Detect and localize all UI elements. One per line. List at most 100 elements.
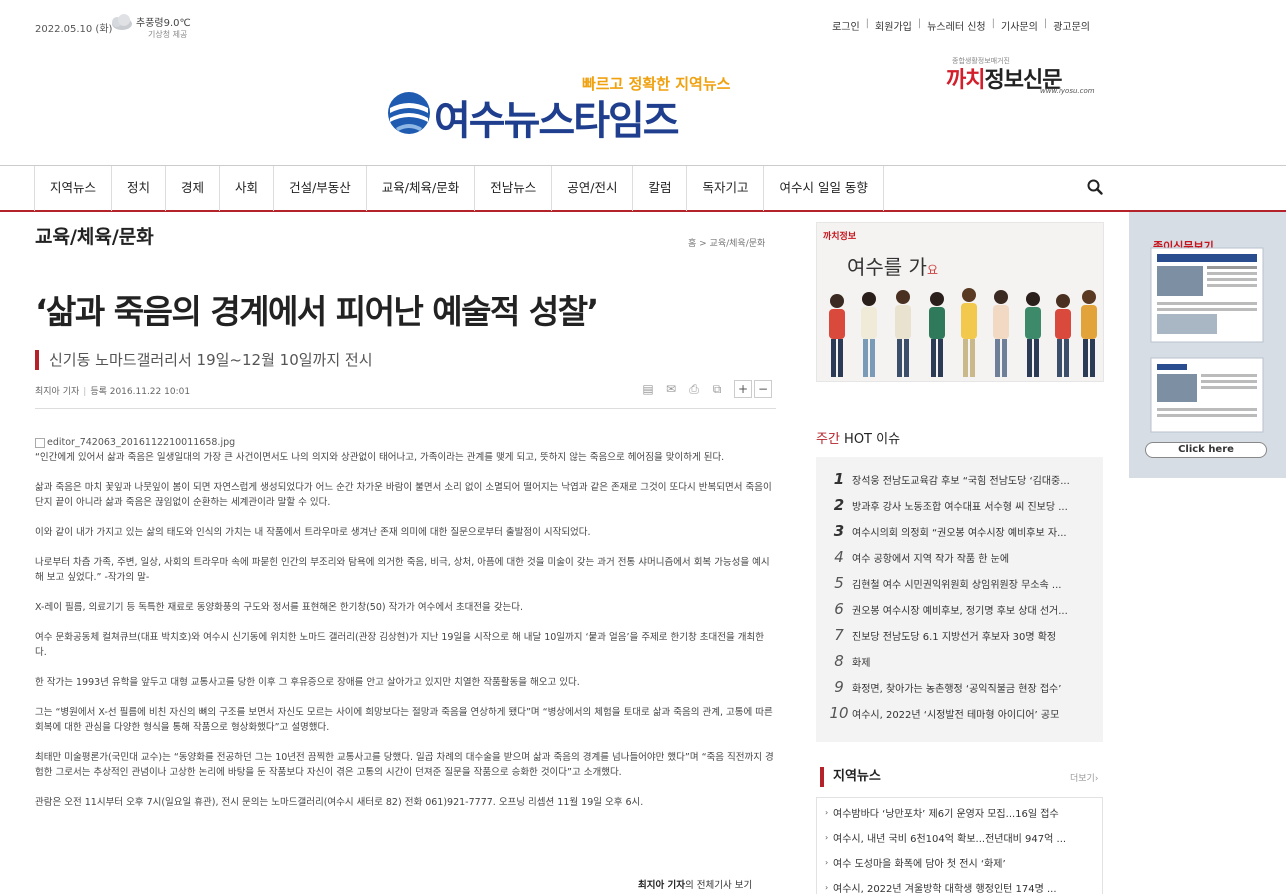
article-meta: 최지아 기자 | 등록 2016.11.22 10:01 xyxy=(35,387,191,397)
nav-daily-trend[interactable]: 여수시 일일 동향 xyxy=(764,166,884,211)
nav-column[interactable]: 칼럼 xyxy=(633,166,688,211)
list-item[interactable]: 1 장석웅 전남도교육감 후보 “국힘 전남도당 ‘김대중... xyxy=(828,466,1096,492)
rank-number: 10 xyxy=(829,704,849,722)
byline-suffix: 의 전체기사 보기 xyxy=(685,880,753,891)
font-decrease-button[interactable]: − xyxy=(754,380,772,398)
signup-link[interactable]: 회원가입 xyxy=(869,18,918,33)
print-icon[interactable]: ⎙ xyxy=(686,381,702,397)
list-item[interactable]: 5 김현철 여수 시민권익위원회 상임위원장 무소속 ... xyxy=(828,570,1096,596)
nav-economy[interactable]: 경제 xyxy=(166,166,221,211)
list-item[interactable]: 7 진보당 전남도당 6.1 지방선거 후보자 30명 확정 xyxy=(828,622,1096,648)
main-nav: 지역뉴스 정치 경제 사회 건설/부동산 교육/체육/문화 전남뉴스 공연/전시… xyxy=(0,165,1286,212)
partner-logo[interactable]: 종합생활정보매거진 까치정보신문 www.iyosu.com xyxy=(946,56,1106,100)
list-item-title: 방과후 강사 노동조합 여수대표 서수형 씨 진보당 ... xyxy=(852,501,1068,513)
cloud-icon xyxy=(112,14,132,30)
list-item[interactable]: 6 권오봉 여수시장 예비후보, 정기명 후보 상대 선거... xyxy=(828,596,1096,622)
comment-icon[interactable]: ▤ xyxy=(640,381,656,397)
utility-links: 로그인 | 회원가입 | 뉴스레터 신청 | 기사문의 | 광고문의 xyxy=(826,18,1096,33)
list-item-title: 김현철 여수 시민권익위원회 상임위원장 무소속 ... xyxy=(852,579,1062,591)
list-item-title: 진보당 전남도당 6.1 지방선거 후보자 30명 확정 xyxy=(852,631,1057,643)
bullet-icon: › xyxy=(825,882,829,892)
weather-source: 기상청 제공 xyxy=(148,30,188,39)
paragraph: 한 작가는 1993년 유학을 앞두고 대형 교통사고를 당한 이후 그 후유증… xyxy=(35,677,580,688)
local-news-title: 지역뉴스 xyxy=(820,767,881,787)
nav-local-news[interactable]: 지역뉴스 xyxy=(34,166,113,211)
site-logo[interactable]: 빠르고 정확한 지역뉴스 여수뉴스타임즈 xyxy=(386,70,746,144)
rank-number: 7 xyxy=(834,626,844,644)
newsletter-link[interactable]: 뉴스레터 신청 xyxy=(921,18,991,33)
bullet-icon: › xyxy=(825,857,829,867)
list-item-title: 여수시의회 의정회 “권오봉 여수시장 예비후보 자... xyxy=(852,527,1067,539)
people-illustration xyxy=(829,288,1097,377)
list-item-title: 화제 xyxy=(852,657,871,669)
nav-reader-contrib[interactable]: 독자기고 xyxy=(687,166,765,211)
publish-date: 등록 2016.11.22 10:01 xyxy=(90,387,191,397)
hot-title-label: HOT 이슈 xyxy=(839,432,901,447)
image-alt-text: editor_742063_2016112210011658.jpg xyxy=(47,437,236,448)
paragraph: 여수 문화공동체 컬쳐큐브(대표 박치호)와 여수시 신기동에 위치한 노마드 … xyxy=(35,632,764,658)
nav-education-culture[interactable]: 교육/체육/문화 xyxy=(367,166,476,211)
nav-politics[interactable]: 정치 xyxy=(112,166,167,211)
list-item[interactable]: › 여수 도성마을 화폭에 담아 첫 전시 ‘화제’ xyxy=(825,850,1097,874)
partner-name-red: 까치 xyxy=(946,68,985,93)
hot-title-weekly: 주간 xyxy=(816,432,840,447)
rank-number: 8 xyxy=(834,652,844,670)
meta-divider xyxy=(35,408,776,409)
list-item-title: 여수시, 내년 국비 6천104억 확보...전년대비 947억 ... xyxy=(833,833,1067,845)
local-news-list: › 여수밤바다 ‘낭만포차’ 제6기 운영자 모집...16일 접수 › 여수시, … xyxy=(816,797,1103,894)
article-body: editor_742063_2016112210011658.jpg “인간에게… xyxy=(35,435,775,810)
author-all-articles-link[interactable]: 최지아 기자의 전체기사 보기 xyxy=(638,877,752,891)
nav-construction[interactable]: 건설/부동산 xyxy=(274,166,367,211)
nav-performance[interactable]: 공연/전시 xyxy=(552,166,634,211)
list-item[interactable]: 3 여수시의회 의정회 “권오봉 여수시장 예비후보 자... xyxy=(828,518,1096,544)
paragraph: 이와 같이 내가 가지고 있는 삶의 태도와 인식의 가치는 내 작품에서 트라… xyxy=(35,527,591,538)
login-link[interactable]: 로그인 xyxy=(826,18,866,33)
email-icon[interactable]: ✉ xyxy=(663,381,679,397)
rank-number: 4 xyxy=(834,548,844,566)
bullet-icon: › xyxy=(825,807,829,817)
search-icon[interactable] xyxy=(1086,178,1104,196)
rank-number: 5 xyxy=(834,574,844,592)
rank-number: 9 xyxy=(834,678,844,696)
list-item[interactable]: 9 화정면, 찾아가는 농촌행정 ‘공익직불금 현장 접수’ xyxy=(828,674,1096,700)
list-item[interactable]: 4 여수 공항에서 지역 작가 작품 한 눈에 xyxy=(828,544,1096,570)
paragraph: X-레이 필름, 의료기기 등 독특한 재료로 동양화풍의 구도와 정서를 표현… xyxy=(35,602,524,613)
click-here-button[interactable]: Click here xyxy=(1145,442,1267,458)
list-item-title: 여수 공항에서 지역 작가 작품 한 눈에 xyxy=(852,553,1010,565)
nav-jeonnam-news[interactable]: 전남뉴스 xyxy=(475,166,553,211)
article-tools: ▤ ✉ ⎙ ⧉ + − xyxy=(640,380,772,398)
weather-widget: 추풍령9.0℃ 기상청 제공 xyxy=(108,12,198,42)
list-item-title: 여수 도성마을 화폭에 담아 첫 전시 ‘화제’ xyxy=(833,858,1006,870)
paper-newspaper-ad[interactable]: 종이신문보기 Click here xyxy=(1129,212,1286,478)
weather-text: 추풍령9.0℃ xyxy=(136,18,191,29)
list-item[interactable]: 8 화제 xyxy=(828,648,1096,674)
ad-banner[interactable]: 까치정보 여수를 가요 xyxy=(816,222,1104,382)
breadcrumb[interactable]: 홈 > 교육/체육/문화 xyxy=(688,236,765,249)
list-item[interactable]: 2 방과후 강사 노동조합 여수대표 서수형 씨 진보당 ... xyxy=(828,492,1096,518)
list-item[interactable]: › 여수시, 2022년 겨울방학 대학생 행정인턴 174명 ... xyxy=(825,875,1097,894)
list-item[interactable]: › 여수시, 내년 국비 6천104억 확보...전년대비 947억 ... xyxy=(825,825,1097,849)
article-inquiry-link[interactable]: 기사문의 xyxy=(995,18,1044,33)
more-label: 더보기 xyxy=(1070,774,1095,784)
newspaper-thumbnail xyxy=(1150,247,1264,433)
list-item[interactable]: 10 여수시, 2022년 ‘시정발전 테마형 아이디어’ 공모 xyxy=(828,700,1096,726)
current-date: 2022.05.10 (화) xyxy=(35,24,113,35)
ad-inquiry-link[interactable]: 광고문의 xyxy=(1047,18,1096,33)
list-item[interactable]: › 여수밤바다 ‘낭만포차’ 제6기 운영자 모집...16일 접수 xyxy=(825,800,1097,824)
partner-url: www.iyosu.com xyxy=(1040,87,1095,95)
bullet-icon: › xyxy=(825,832,829,842)
nav-society[interactable]: 사회 xyxy=(220,166,275,211)
byline-name: 최지아 기자 xyxy=(638,880,686,891)
section-title: 교육/체육/문화 xyxy=(35,226,154,248)
list-item-title: 여수시, 2022년 겨울방학 대학생 행정인턴 174명 ... xyxy=(833,883,1057,894)
scrap-icon[interactable]: ⧉ xyxy=(709,381,725,397)
broken-image-icon xyxy=(35,437,45,448)
top-utility-bar: 2022.05.10 (화) 추풍령9.0℃ 기상청 제공 로그인 | 회원가입 |… xyxy=(0,0,1286,48)
more-link[interactable]: 더보기› xyxy=(1070,771,1098,784)
paragraph: 나로부터 차츰 가족, 주변, 일상, 사회의 트라우마 속에 파묻힌 인간의 … xyxy=(35,557,770,583)
font-increase-button[interactable]: + xyxy=(734,380,752,398)
chevron-right-icon: › xyxy=(1094,774,1099,784)
paragraph: “인간에게 있어서 삶과 죽음은 일생일대의 가장 큰 사건이면서도 나의 의지… xyxy=(35,452,725,463)
article-image: editor_742063_2016112210011658.jpg xyxy=(35,435,775,450)
globe-logo-icon xyxy=(388,92,430,134)
